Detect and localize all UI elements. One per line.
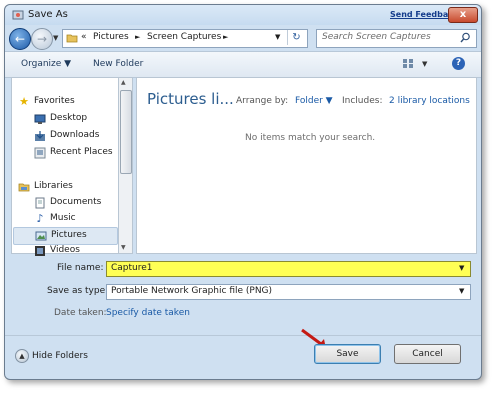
nav-favorites-label: Favorites — [34, 96, 75, 106]
save-as-app-icon — [12, 9, 24, 21]
breadcrumb-screen-captures[interactable]: Screen Captures — [147, 32, 221, 42]
back-button[interactable]: ← — [9, 28, 31, 50]
search-placeholder: Search Screen Captures — [322, 32, 431, 42]
music-icon: ♪ — [36, 212, 44, 225]
nav-downloads-label: Downloads — [50, 130, 100, 140]
star-icon: ★ — [19, 95, 29, 108]
hide-folders-chevron-up-icon[interactable]: ▲ — [15, 349, 29, 363]
specify-date-taken-link[interactable]: Specify date taken — [106, 308, 190, 318]
pictures-icon — [35, 230, 47, 242]
save-as-type-label: Save as type: — [47, 286, 109, 296]
cancel-button[interactable]: Cancel — [394, 344, 461, 364]
navigation-scrollbar[interactable]: ▲ ▼ — [118, 77, 133, 254]
organize-menu[interactable]: Organize ▼ — [21, 59, 71, 69]
save-as-dialog: Save As Send Feedback x ← → ▼ « Pictures… — [4, 4, 482, 380]
navigation-bar: ← → ▼ « Pictures ► Screen Captures ► ▼ ↻… — [5, 25, 481, 51]
library-locations-link[interactable]: 2 library locations — [389, 96, 470, 106]
address-dropdown-chevron-down-icon[interactable]: ▼ — [275, 33, 280, 41]
save-button[interactable]: Save — [314, 344, 381, 364]
empty-folder-message: No items match your search. — [245, 133, 376, 143]
nav-documents[interactable]: Documents — [32, 195, 116, 211]
forward-arrow-icon: → — [36, 32, 48, 46]
nav-libraries-label: Libraries — [34, 181, 73, 191]
save-as-type-chevron-down-icon[interactable]: ▼ — [459, 287, 464, 295]
nav-videos-label: Videos — [50, 245, 80, 255]
nav-recent-places-label: Recent Places — [50, 147, 113, 157]
nav-music[interactable]: ♪ Music — [32, 211, 116, 227]
footer-divider — [5, 335, 481, 336]
back-arrow-icon: ← — [14, 32, 26, 46]
window-title: Save As — [28, 9, 68, 20]
nav-music-label: Music — [50, 213, 76, 223]
new-folder-button[interactable]: New Folder — [93, 59, 143, 69]
recent-locations-chevron-down-icon[interactable]: ▼ — [53, 34, 58, 42]
close-button[interactable]: x — [448, 7, 478, 23]
nav-desktop[interactable]: Desktop — [32, 111, 116, 127]
videos-icon — [34, 245, 46, 257]
title-bar: Save As Send Feedback x — [5, 5, 481, 25]
breadcrumb-overflow[interactable]: « — [81, 32, 87, 42]
navigation-pane: ★ Favorites Desktop Downloads Recent Pla… — [11, 77, 120, 256]
nav-recent-places[interactable]: Recent Places — [32, 145, 116, 161]
view-options-icon[interactable] — [402, 58, 414, 69]
nav-documents-label: Documents — [50, 197, 102, 207]
breadcrumb-separator-icon[interactable]: ► — [135, 33, 140, 41]
nav-favorites[interactable]: ★ Favorites — [16, 94, 116, 110]
file-name-field[interactable]: Capture1 ▼ — [106, 261, 471, 277]
nav-downloads[interactable]: Downloads — [32, 128, 116, 144]
library-heading: Pictures li... — [147, 90, 234, 108]
save-as-type-select[interactable]: Portable Network Graphic file (PNG) ▼ — [106, 284, 471, 300]
search-icon[interactable] — [460, 32, 471, 46]
file-name-value: Capture1 — [111, 263, 153, 273]
view-dropdown-chevron-down-icon[interactable]: ▼ — [422, 60, 427, 68]
refresh-icon[interactable]: ↻ — [287, 30, 305, 45]
hide-folders-button[interactable]: Hide Folders — [32, 351, 88, 361]
scroll-down-icon[interactable]: ▼ — [121, 244, 126, 251]
content-pane: Pictures li... Arrange by: Folder ▼ Incl… — [136, 77, 477, 254]
nav-pictures-label: Pictures — [51, 230, 87, 240]
breadcrumb-separator-icon[interactable]: ► — [223, 33, 228, 41]
nav-videos[interactable]: Videos — [32, 243, 116, 259]
search-input[interactable]: Search Screen Captures — [316, 29, 477, 48]
scrollbar-thumb[interactable] — [120, 90, 132, 174]
nav-libraries[interactable]: Libraries — [16, 179, 116, 195]
includes-label: Includes: — [342, 96, 383, 106]
arrange-by-label: Arrange by: — [236, 96, 289, 106]
help-icon[interactable]: ? — [452, 57, 465, 70]
nav-desktop-label: Desktop — [50, 113, 88, 123]
address-bar[interactable]: « Pictures ► Screen Captures ► ▼ — [62, 29, 308, 48]
file-name-chevron-down-icon[interactable]: ▼ — [459, 264, 464, 272]
forward-button[interactable]: → — [31, 28, 53, 50]
folder-icon — [66, 32, 78, 43]
recent-places-icon — [34, 147, 46, 159]
desktop-icon — [34, 113, 46, 125]
downloads-icon — [34, 130, 46, 142]
save-as-type-value: Portable Network Graphic file (PNG) — [111, 286, 273, 296]
date-taken-label: Date taken: — [54, 308, 107, 318]
scroll-up-icon[interactable]: ▲ — [121, 79, 126, 86]
command-toolbar: Organize ▼ New Folder ▼ ? — [5, 51, 481, 78]
file-name-label: File name: — [57, 263, 104, 273]
breadcrumb-pictures[interactable]: Pictures — [93, 32, 129, 42]
documents-icon — [34, 197, 46, 209]
libraries-icon — [18, 181, 30, 193]
arrange-by-dropdown[interactable]: Folder ▼ — [295, 96, 333, 106]
